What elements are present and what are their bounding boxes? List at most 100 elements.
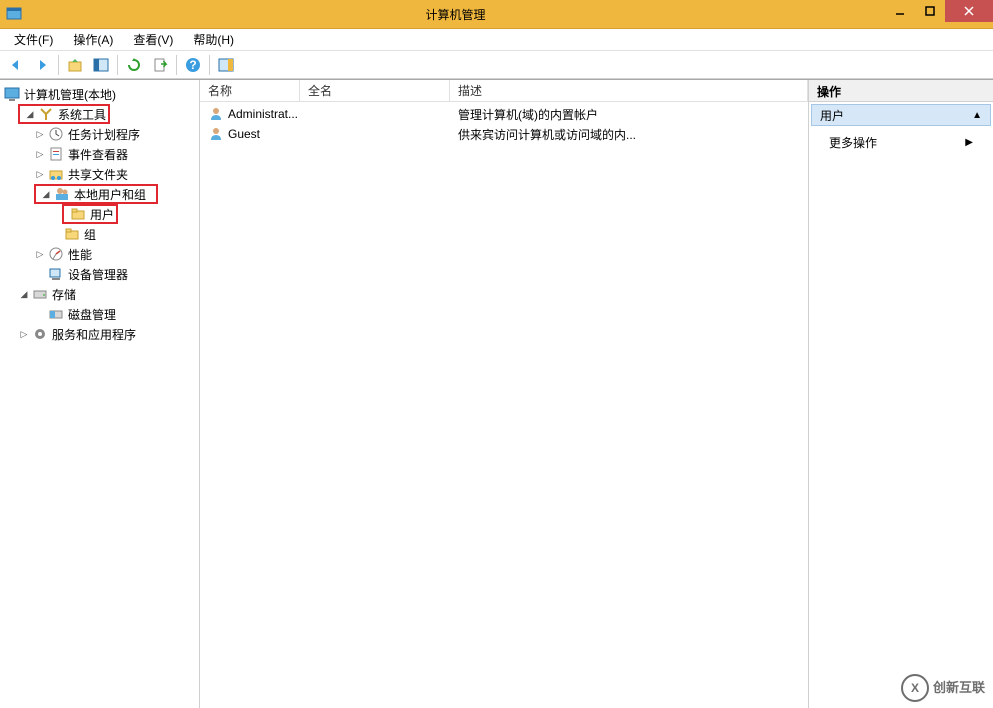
tree-disk-management-label: 磁盘管理 <box>66 306 118 323</box>
collapse-arrow-icon: ▲ <box>972 110 982 121</box>
user-icon <box>208 106 224 122</box>
tree-pane[interactable]: 计算机管理(本地) ◢ 系统工具 ▷ 任务计划程序 ▷ 事件查看器 ▷ 共享文件… <box>0 80 200 708</box>
tree-services-apps-label: 服务和应用程序 <box>50 326 138 343</box>
expand-icon[interactable]: ▷ <box>34 128 46 140</box>
back-button[interactable] <box>4 53 28 77</box>
expand-icon[interactable]: ▷ <box>34 148 46 160</box>
titlebar: 计算机管理 <box>0 0 993 29</box>
main-area: 计算机管理(本地) ◢ 系统工具 ▷ 任务计划程序 ▷ 事件查看器 ▷ 共享文件… <box>0 79 993 708</box>
cell-description: 管理计算机(域)的内置帐户 <box>450 106 808 123</box>
toolbar-separator <box>117 55 118 75</box>
tree-users[interactable]: 用户 <box>62 204 118 224</box>
tree-event-viewer[interactable]: ▷ 事件查看器 <box>0 144 199 164</box>
menubar: 文件(F) 操作(A) 查看(V) 帮助(H) <box>0 29 993 51</box>
actions-section-label: 用户 <box>820 107 844 124</box>
menu-view[interactable]: 查看(V) <box>127 29 179 50</box>
list-pane: 名称 全名 描述 Administrat... 管理计算机(域)的内置帐户 Gu… <box>200 80 809 708</box>
minimize-button[interactable] <box>885 0 915 22</box>
tree-disk-management[interactable]: 磁盘管理 <box>0 304 199 324</box>
toolbar-separator <box>209 55 210 75</box>
tree-storage-label: 存储 <box>50 286 78 303</box>
computer-icon <box>4 86 20 102</box>
window-title: 计算机管理 <box>26 6 885 23</box>
actions-pane: 操作 用户 ▲ 更多操作 ▶ <box>809 80 993 708</box>
tools-icon <box>38 106 54 122</box>
collapse-icon[interactable]: ◢ <box>18 288 30 300</box>
menu-help[interactable]: 帮助(H) <box>187 29 240 50</box>
collapse-icon[interactable]: ◢ <box>24 108 36 120</box>
tree-system-tools-label: 系统工具 <box>56 106 108 123</box>
tree-shared-folders[interactable]: ▷ 共享文件夹 <box>0 164 199 184</box>
event-icon <box>48 146 64 162</box>
folder-icon <box>64 226 80 242</box>
users-groups-icon <box>54 186 70 202</box>
clock-icon <box>48 126 64 142</box>
tree-groups[interactable]: 组 <box>0 224 199 244</box>
forward-button[interactable] <box>30 53 54 77</box>
list-body: Administrat... 管理计算机(域)的内置帐户 Guest 供来宾访问… <box>200 102 808 144</box>
toolbar-separator <box>58 55 59 75</box>
action-pane-button[interactable] <box>214 53 238 77</box>
tree-groups-label: 组 <box>82 226 98 243</box>
tree-root[interactable]: 计算机管理(本地) <box>0 84 199 104</box>
tree-performance-label: 性能 <box>66 246 94 263</box>
svg-text:?: ? <box>189 58 196 72</box>
app-icon <box>6 6 22 22</box>
storage-icon <box>32 286 48 302</box>
actions-header: 操作 <box>809 80 993 102</box>
watermark-logo-icon: X <box>901 674 929 702</box>
close-button[interactable] <box>945 0 993 22</box>
actions-more-label: 更多操作 <box>829 134 877 151</box>
collapse-icon[interactable]: ◢ <box>40 188 52 200</box>
expand-icon[interactable]: ▷ <box>34 168 46 180</box>
tree-device-manager-label: 设备管理器 <box>66 266 130 283</box>
refresh-button[interactable] <box>122 53 146 77</box>
list-row[interactable]: Guest 供来宾访问计算机或访问域的内... <box>200 124 808 144</box>
tree-local-users-groups-label: 本地用户和组 <box>72 186 148 203</box>
tree-system-tools[interactable]: ◢ 系统工具 <box>18 104 110 124</box>
export-button[interactable] <box>148 53 172 77</box>
actions-more[interactable]: 更多操作 ▶ <box>809 128 993 157</box>
cell-name: Guest <box>200 126 300 142</box>
toolbar-separator <box>176 55 177 75</box>
help-button[interactable]: ? <box>181 53 205 77</box>
tree-storage[interactable]: ◢ 存储 <box>0 284 199 304</box>
expand-icon[interactable]: ▷ <box>18 328 30 340</box>
tree-performance[interactable]: ▷ 性能 <box>0 244 199 264</box>
maximize-button[interactable] <box>915 0 945 22</box>
list-header: 名称 全名 描述 <box>200 80 808 102</box>
list-row[interactable]: Administrat... 管理计算机(域)的内置帐户 <box>200 104 808 124</box>
folder-icon <box>70 206 86 222</box>
performance-icon <box>48 246 64 262</box>
tree-services-apps[interactable]: ▷ 服务和应用程序 <box>0 324 199 344</box>
tree-event-viewer-label: 事件查看器 <box>66 146 130 163</box>
cell-description: 供来宾访问计算机或访问域的内... <box>450 126 808 143</box>
tree-users-label: 用户 <box>88 206 116 223</box>
tree-device-manager[interactable]: 设备管理器 <box>0 264 199 284</box>
column-name[interactable]: 名称 <box>200 80 300 101</box>
menu-action[interactable]: 操作(A) <box>67 29 119 50</box>
watermark-text: 创新互联 <box>933 681 985 695</box>
up-button[interactable] <box>63 53 87 77</box>
column-fullname[interactable]: 全名 <box>300 80 450 101</box>
show-hide-tree-button[interactable] <box>89 53 113 77</box>
expand-icon[interactable]: ▷ <box>34 248 46 260</box>
cell-name-text: Guest <box>228 127 260 141</box>
watermark: X 创新互联 <box>901 674 985 702</box>
tree-shared-folders-label: 共享文件夹 <box>66 166 130 183</box>
tree-local-users-groups[interactable]: ◢ 本地用户和组 <box>34 184 158 204</box>
services-icon <box>32 326 48 342</box>
user-icon <box>208 126 224 142</box>
column-description[interactable]: 描述 <box>450 80 808 101</box>
shared-icon <box>48 166 64 182</box>
submenu-arrow-icon: ▶ <box>965 137 973 148</box>
device-icon <box>48 266 64 282</box>
tree-root-label: 计算机管理(本地) <box>22 86 118 103</box>
tree-task-scheduler-label: 任务计划程序 <box>66 126 142 143</box>
actions-section[interactable]: 用户 ▲ <box>811 104 991 126</box>
window-controls <box>885 0 993 28</box>
menu-file[interactable]: 文件(F) <box>8 29 59 50</box>
tree-task-scheduler[interactable]: ▷ 任务计划程序 <box>0 124 199 144</box>
disk-icon <box>48 306 64 322</box>
cell-name: Administrat... <box>200 106 300 122</box>
